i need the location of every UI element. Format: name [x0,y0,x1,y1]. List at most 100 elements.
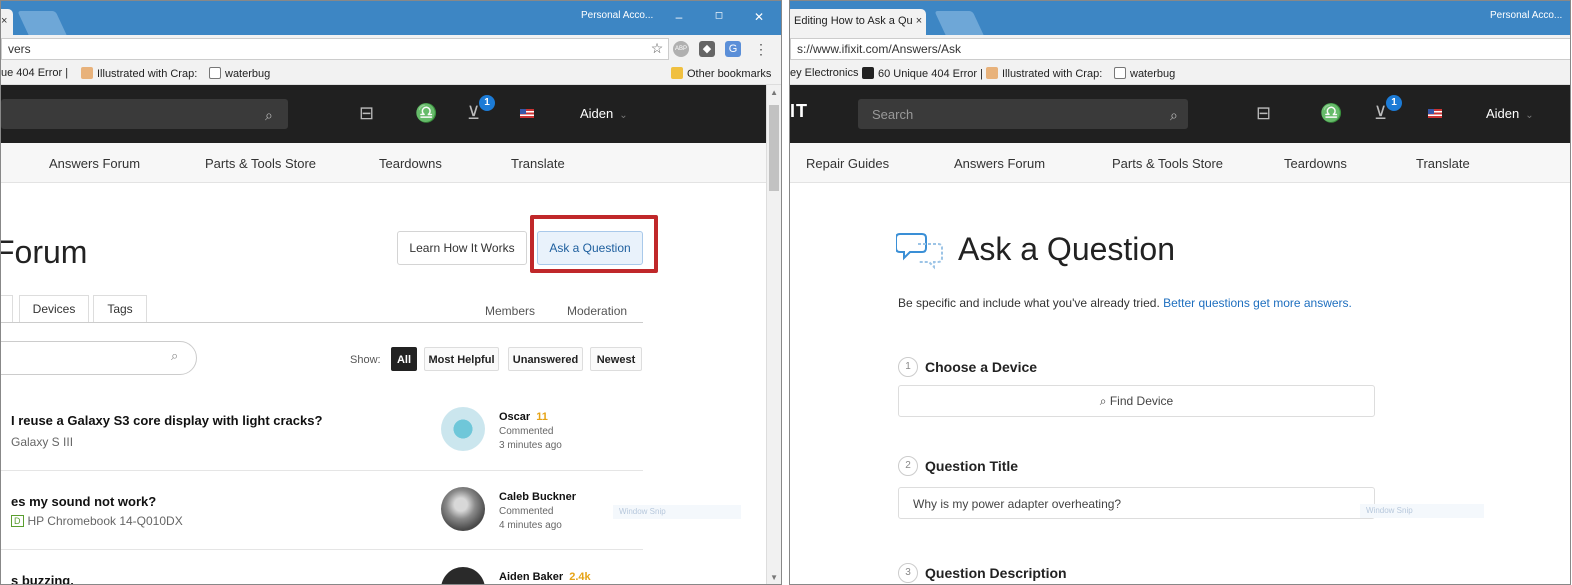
step-number: 2 [898,456,918,476]
tab-members[interactable]: Members [485,304,535,318]
cart-icon[interactable]: ⊻ [467,104,480,122]
bookmark-item[interactable]: Illustrated with Crap: [986,67,1102,80]
bookmark-star-icon[interactable]: ☆ [649,41,665,57]
nav-parts-tools-store[interactable]: Parts & Tools Store [205,156,316,171]
author-name[interactable]: Caleb Buckner [499,491,576,503]
tab-tags[interactable]: Tags [93,295,147,323]
translate-icon[interactable]: G [725,41,741,57]
bookmark-item[interactable]: 60 Unique 404 Error | [862,67,983,80]
url-field[interactable]: s://www.ifixit.com/Answers/Ask [790,38,1570,60]
menu-kebab-icon[interactable]: ⋮ [753,41,769,57]
step-number: 3 [898,563,918,583]
reputation: 11 [536,411,548,423]
nav-translate[interactable]: Translate [1416,156,1470,171]
maximize-icon[interactable]: ◻ [711,10,727,21]
bell-icon[interactable]: ♎ [415,104,437,122]
avatar[interactable] [441,407,485,451]
new-tab-button[interactable] [17,11,67,35]
author-name[interactable]: Oscar 11 [499,411,548,423]
profile-label[interactable]: Personal Acco... [581,10,653,21]
nav-answers-forum[interactable]: Answers Forum [954,156,1045,171]
bookmark-item[interactable]: ue 404 Error | [1,67,68,79]
bookmark-item[interactable]: waterbug [209,67,270,80]
cart-count-badge: 1 [479,95,495,111]
user-menu[interactable]: Aiden ⌄ [1486,106,1534,121]
nav-parts-tools-store[interactable]: Parts & Tools Store [1112,156,1223,171]
minimize-icon[interactable]: – [671,10,687,24]
bookmark-item[interactable]: waterbug [1114,67,1175,80]
learn-how-it-works-button[interactable]: Learn How It Works [397,231,527,265]
site-search-input[interactable] [1,99,288,129]
site-subnav: Repair Guides Answers Forum Parts & Tool… [790,143,1570,183]
tab-partial[interactable] [1,295,13,323]
question-device[interactable]: D HP Chromebook 14-Q010DX [11,514,183,528]
page-icon [209,67,221,79]
step-label: Question Description [925,565,1067,581]
page-title: Forum [0,234,88,270]
question-title[interactable]: es my sound not work? [11,494,156,509]
profile-label[interactable]: Personal Acco... [1490,10,1562,21]
author-name[interactable]: Aiden Baker 2.4k [499,571,591,583]
show-label: Show: [350,354,381,366]
close-tab-icon[interactable]: × [916,15,922,27]
search-icon[interactable]: ⌕ [1170,107,1178,124]
bell-icon[interactable]: ♎ [1320,104,1342,122]
page-icon [1114,67,1126,79]
site-header: ⌕ ⊟ ♎ ⊻ 1 Aiden ⌄ [1,85,781,143]
tab-devices[interactable]: Devices [19,295,89,323]
nav-repair-guides[interactable]: Repair Guides [806,156,889,171]
search-icon[interactable]: ⌕ [265,107,273,124]
tab-moderation[interactable]: Moderation [567,304,627,318]
us-flag-icon[interactable] [1428,109,1442,118]
question-title-input[interactable]: Why is my power adapter overheating? [898,487,1375,519]
cart-icon[interactable]: ⊻ [1374,104,1387,122]
browser-titlebar: × Personal Acco... – ◻ ✕ [1,1,781,35]
right-browser-window: Editing How to Ask a Qu × Personal Acco.… [789,0,1571,585]
filter-unanswered[interactable]: Unanswered [508,347,583,371]
scroll-down-icon[interactable]: ▼ [770,573,778,582]
window-snip-overlay: Window Snip [613,505,741,519]
filter-all[interactable]: All [391,347,417,371]
tab-title: Editing How to Ask a Qu [794,15,913,27]
site-logo[interactable]: IT [790,101,808,122]
site-search-input[interactable]: Search [858,99,1188,129]
us-flag-icon[interactable] [520,109,534,118]
url-field[interactable]: vers [1,38,669,60]
adblock-icon[interactable]: ABP [673,41,689,57]
close-tab-icon[interactable]: × [1,15,7,27]
folder-icon [671,67,683,79]
nav-teardowns[interactable]: Teardowns [379,156,442,171]
browser-tab[interactable]: × [1,9,13,35]
extension-shield-icon[interactable]: ◆ [699,41,715,57]
find-device-input[interactable]: ⌕ Find Device [898,385,1375,417]
scroll-thumb[interactable] [769,105,779,191]
browser-tab[interactable]: Editing How to Ask a Qu × [790,9,926,35]
page-scrollbar[interactable]: ▲ ▼ [766,85,781,584]
user-menu[interactable]: Aiden ⌄ [580,106,628,121]
row-divider [1,549,643,550]
toolbox-icon[interactable]: ⊟ [359,104,374,122]
bookmark-favicon-icon [862,67,874,79]
new-tab-button[interactable] [934,11,984,35]
avatar[interactable] [441,567,485,584]
avatar[interactable] [441,487,485,531]
forum-search-input[interactable] [1,341,197,375]
nav-teardowns[interactable]: Teardowns [1284,156,1347,171]
scroll-up-icon[interactable]: ▲ [770,88,778,97]
question-title[interactable]: I reuse a Galaxy S3 core display with li… [11,413,322,428]
bookmark-item[interactable]: Illustrated with Crap: [81,67,197,80]
page-title: Ask a Question [958,231,1175,267]
search-icon: ⌕ [1099,394,1110,408]
search-icon[interactable]: ⌕ [171,348,178,364]
filter-newest[interactable]: Newest [590,347,642,371]
filter-most-helpful[interactable]: Most Helpful [424,347,499,371]
question-device[interactable]: Galaxy S III [11,435,73,449]
nav-answers-forum[interactable]: Answers Forum [49,156,140,171]
nav-translate[interactable]: Translate [511,156,565,171]
other-bookmarks[interactable]: Other bookmarks [671,67,771,80]
bookmark-item[interactable]: ey Electronics [790,67,858,79]
question-title[interactable]: s buzzing. [11,573,74,584]
toolbox-icon[interactable]: ⊟ [1256,104,1271,122]
close-window-icon[interactable]: ✕ [751,10,767,24]
better-questions-link[interactable]: Better questions get more answers. [1163,296,1352,310]
